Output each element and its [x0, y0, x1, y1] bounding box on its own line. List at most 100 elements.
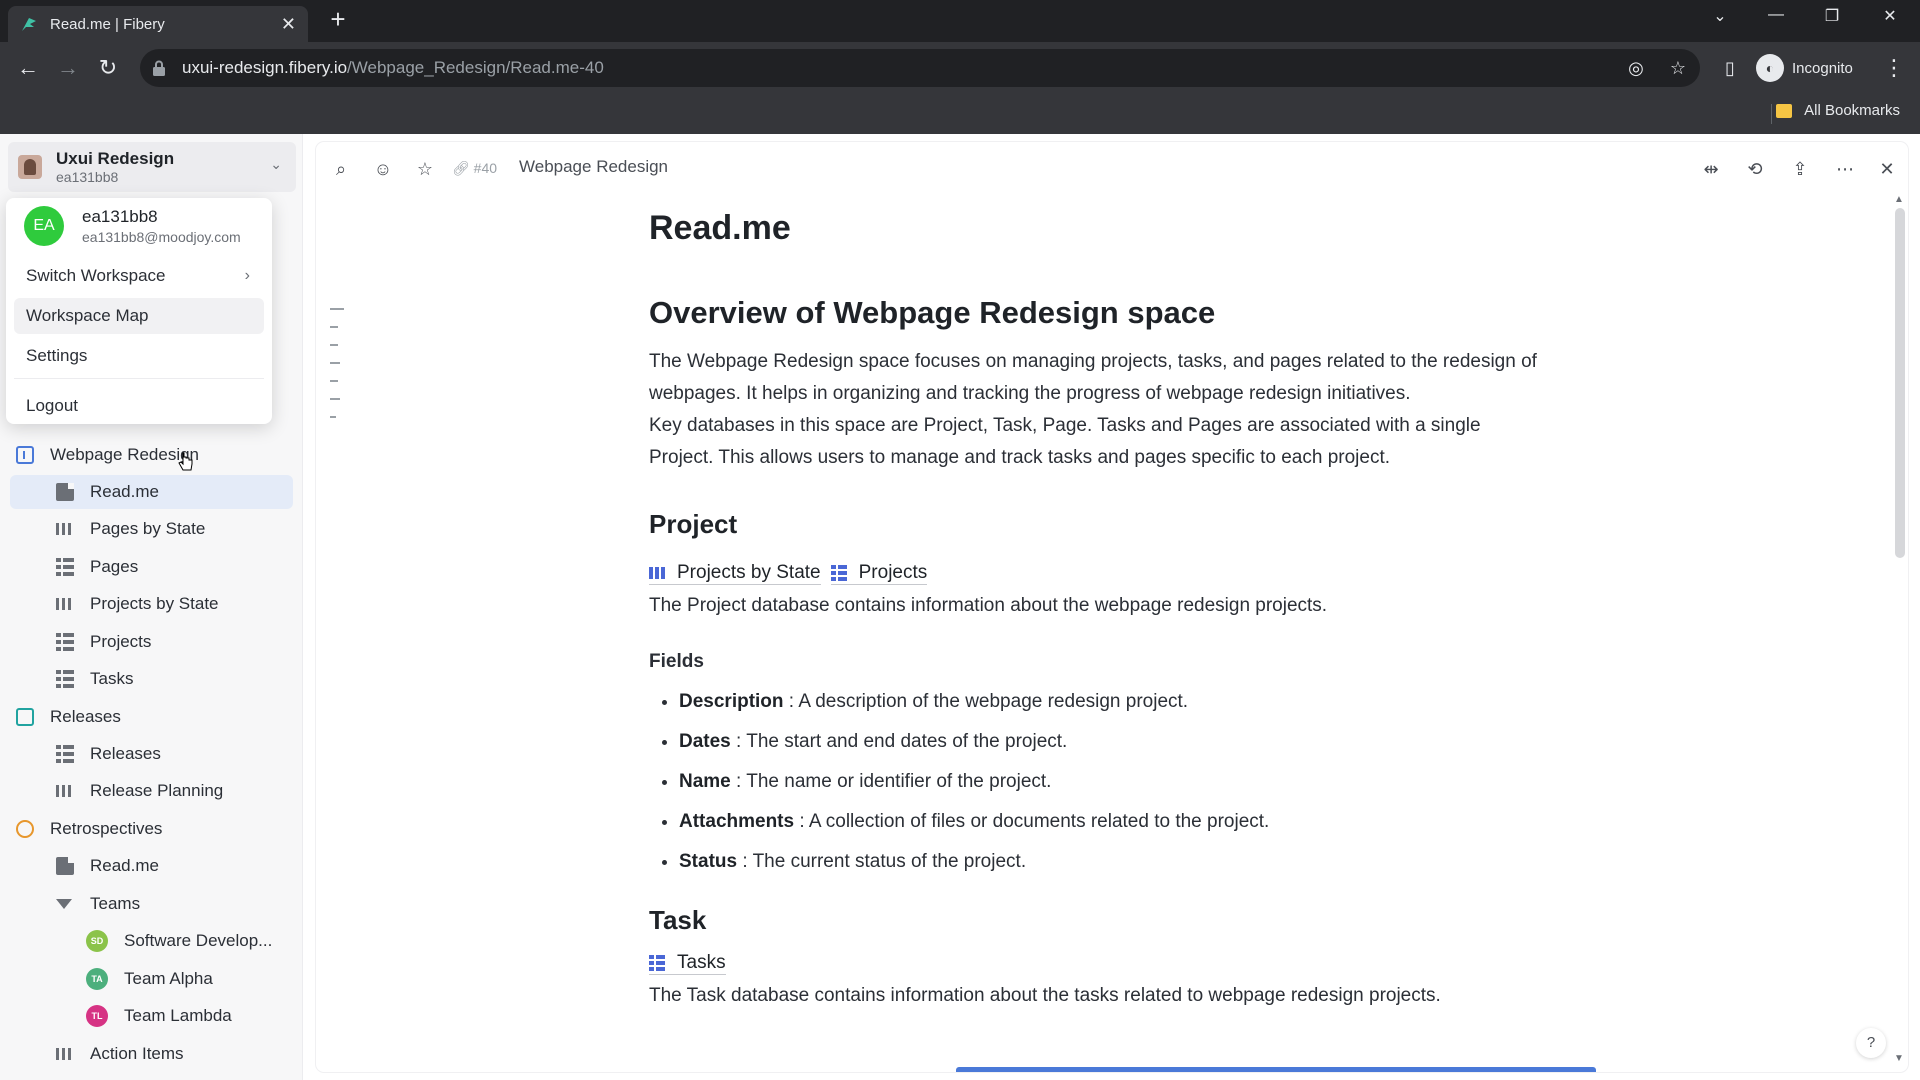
bookmarks-bar: All Bookmarks: [0, 94, 1920, 134]
sidebar-item-projects[interactable]: Projects: [10, 625, 293, 659]
search-icon[interactable]: ⌕: [330, 158, 352, 180]
document-panel: ⌕ ☺ ☆ 🔗︎ #40 Webpage Redesign ⇹ ⟲ ⇪ ⋯ ✕ …: [316, 142, 1908, 1072]
history-icon[interactable]: ⟲: [1744, 158, 1766, 180]
browser-menu-icon[interactable]: ⋮: [1880, 54, 1908, 82]
overview-paragraph: Key databases in this space are Project,…: [649, 415, 1481, 468]
projects-by-state-link[interactable]: Projects by State: [649, 562, 821, 585]
help-button[interactable]: ?: [1856, 1028, 1886, 1058]
team-avatar: TL: [86, 1005, 108, 1027]
sidebar-item-releases-space[interactable]: Releases: [10, 700, 293, 734]
menu-divider: [14, 378, 264, 379]
menu-workspace-map[interactable]: Workspace Map: [14, 298, 264, 334]
url-field[interactable]: uxui-redesign.fibery.io/Webpage_Redesign…: [140, 49, 1700, 87]
tab-search-icon[interactable]: ⌄: [1700, 6, 1740, 26]
toc-line[interactable]: [330, 344, 338, 346]
menu-logout[interactable]: Logout: [14, 388, 264, 424]
restore-icon[interactable]: ❐: [1812, 6, 1852, 26]
sidebar-item-readme[interactable]: Read.me: [10, 475, 293, 509]
scrollbar[interactable]: ▲ ▼: [1892, 194, 1906, 1064]
toc-line[interactable]: [330, 326, 338, 328]
task-view-links: Tasks: [649, 948, 1549, 978]
board-icon: [649, 566, 665, 579]
share-icon[interactable]: ⇪: [1789, 158, 1811, 180]
board-icon: [56, 1048, 74, 1060]
reload-icon[interactable]: ↻: [94, 54, 122, 82]
toc-line[interactable]: [330, 416, 336, 418]
workspace-menu: EA ea131bb8 ea131bb8@moodjoy.com Switch …: [6, 198, 272, 424]
sidebar-item-release-planning[interactable]: Release Planning: [10, 774, 293, 808]
close-window-icon[interactable]: ✕: [1870, 6, 1910, 26]
tasks-link[interactable]: Tasks: [649, 952, 726, 975]
user-name: ea131bb8: [82, 207, 158, 226]
forward-icon[interactable]: →: [54, 54, 82, 82]
incognito-profile[interactable]: ◐ Incognito: [1756, 52, 1853, 84]
list-item: Attachments : A collection of files or d…: [679, 802, 1549, 842]
workspace-switcher[interactable]: Uxui Redesign ea131bb8 ⌄: [8, 142, 296, 192]
table-icon: [56, 670, 74, 688]
close-tab-icon[interactable]: ✕: [281, 14, 296, 35]
sidebar-item-retrospectives[interactable]: Retrospectives: [10, 812, 293, 846]
sidebar-item-pages[interactable]: Pages: [10, 550, 293, 584]
incognito-icon: ◐: [1756, 54, 1784, 82]
table-icon: [56, 558, 74, 576]
toc-line[interactable]: [330, 398, 340, 400]
sidebar-item-action-items[interactable]: Action Items: [10, 1037, 293, 1071]
close-panel-icon[interactable]: ✕: [1876, 158, 1898, 180]
sidebar-item-software-dev[interactable]: SD Software Develop...: [10, 924, 293, 958]
fibery-app: Uxui Redesign ea131bb8 ⌄ Webpage Redesig…: [0, 134, 1920, 1080]
document-title[interactable]: Read.me: [649, 204, 1549, 264]
sidebar-item-team-alpha[interactable]: TA Team Alpha: [10, 962, 293, 996]
mouse-cursor-icon: [178, 452, 193, 471]
emoji-icon[interactable]: ☺: [372, 158, 394, 180]
sidebar-item-tasks[interactable]: Tasks: [10, 662, 293, 696]
table-icon: [649, 954, 665, 971]
sidebar-item-releases[interactable]: Releases: [10, 737, 293, 771]
all-bookmarks-label: All Bookmarks: [1804, 102, 1900, 119]
scroll-down-icon[interactable]: ▼: [1894, 1053, 1904, 1064]
back-icon[interactable]: ←: [14, 54, 42, 82]
scroll-up-icon[interactable]: ▲: [1894, 194, 1904, 205]
side-panel-icon[interactable]: ▯: [1716, 54, 1744, 82]
toc-line[interactable]: [330, 380, 338, 382]
board-icon: [56, 598, 74, 610]
sidebar-item-teams[interactable]: Teams: [10, 887, 293, 921]
toc-line[interactable]: [330, 362, 340, 364]
toc-line[interactable]: [330, 308, 344, 310]
bookmark-star-icon[interactable]: ☆: [1670, 58, 1686, 79]
all-bookmarks-button[interactable]: All Bookmarks: [1776, 102, 1900, 119]
lock-icon: [153, 60, 165, 76]
menu-switch-workspace[interactable]: Switch Workspace ›: [14, 258, 264, 294]
sidebar: Uxui Redesign ea131bb8 ⌄ Webpage Redesig…: [0, 134, 303, 1080]
document-icon: [56, 857, 74, 875]
sidebar-item-webpage-redesign[interactable]: Webpage Redesign: [10, 438, 293, 472]
more-options-icon[interactable]: ⋯: [1834, 158, 1856, 180]
new-tab-icon[interactable]: +: [324, 6, 352, 34]
sidebar-item-projects-by-state[interactable]: Projects by State: [10, 587, 293, 621]
minimize-icon[interactable]: —: [1756, 6, 1796, 24]
bookmarks-divider: [1771, 104, 1772, 124]
profile-label: Incognito: [1792, 59, 1853, 77]
space-icon: [16, 446, 34, 464]
sidebar-item-retro-readme[interactable]: Read.me: [10, 849, 293, 883]
menu-settings[interactable]: Settings: [14, 338, 264, 374]
list-item: Status : The current status of the proje…: [679, 842, 1549, 882]
table-icon: [56, 633, 74, 651]
project-description: The Project database contains informatio…: [649, 595, 1328, 616]
tab-title: Read.me | Fibery: [50, 15, 165, 33]
breadcrumb[interactable]: Webpage Redesign: [519, 157, 668, 177]
url-text: uxui-redesign.fibery.io/Webpage_Redesign…: [182, 58, 604, 77]
favorite-star-icon[interactable]: ☆: [414, 158, 436, 180]
entity-id[interactable]: 🔗︎ #40: [452, 160, 497, 177]
document-icon: [56, 483, 74, 501]
table-of-contents[interactable]: [330, 308, 344, 434]
overview-heading: Overview of Webpage Redesign space: [649, 295, 1216, 330]
browser-tab[interactable]: Read.me | Fibery ✕: [8, 6, 308, 42]
collapse-triangle-icon[interactable]: [56, 899, 72, 909]
menu-user: EA ea131bb8 ea131bb8@moodjoy.com: [24, 206, 241, 246]
expand-width-icon[interactable]: ⇹: [1700, 158, 1722, 180]
projects-link[interactable]: Projects: [830, 562, 928, 585]
scrollbar-thumb[interactable]: [1895, 208, 1905, 558]
sidebar-item-pages-by-state[interactable]: Pages by State: [10, 512, 293, 546]
sidebar-item-team-lambda[interactable]: TL Team Lambda: [10, 999, 293, 1033]
eye-off-icon[interactable]: ◎: [1628, 58, 1644, 79]
